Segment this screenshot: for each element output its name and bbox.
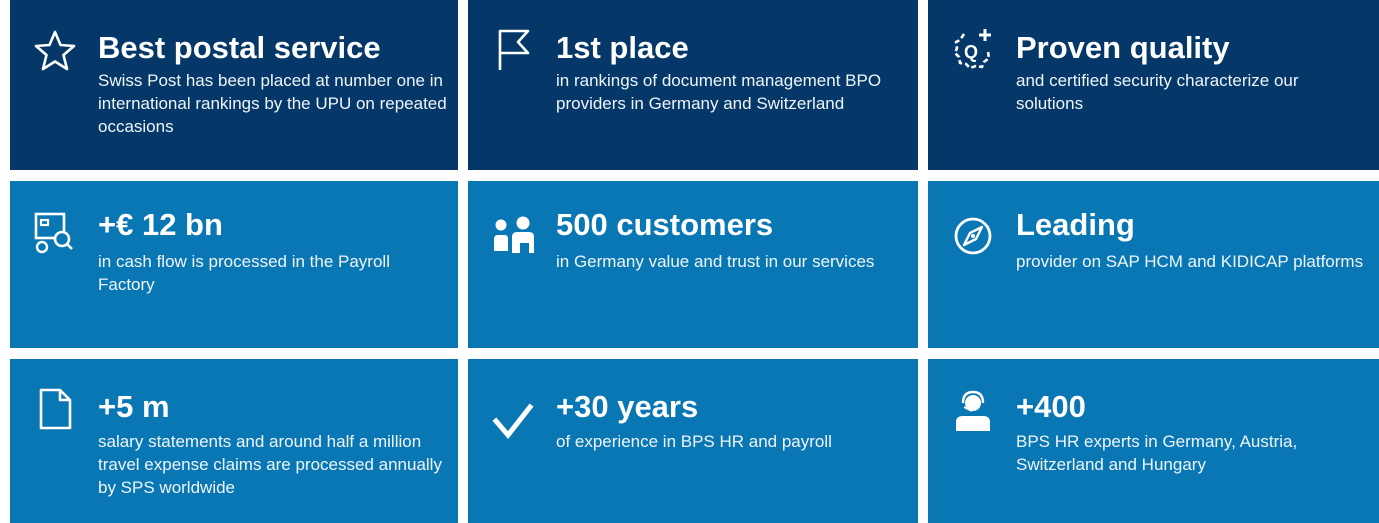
tile-title: Proven quality [1016,30,1230,65]
tile-1st-place: 1st place in rankings of document manage… [468,0,918,170]
tile-title: Best postal service [98,30,381,65]
tile-title: +€ 12 bn [98,207,223,242]
document-icon [32,386,78,432]
people-icon [490,213,536,259]
tile-500-customers: 500 customers in Germany value and trust… [468,181,918,348]
tile-description: in Germany value and trust in our servic… [556,252,875,271]
tile-title: +30 years [556,389,699,424]
tile-30-years: +30 years of experience in BPS HR and pa… [468,359,918,523]
tile-title: 1st place [556,30,689,65]
tile-cash-flow: +€ 12 bn in cash flow is processed in th… [10,181,458,348]
compass-icon [950,213,996,259]
tile-400-experts: +400 BPS HR experts in Germany, Austria,… [928,359,1379,523]
tile-title: +5 m [98,389,170,424]
tile-description: salary statements and around half a mill… [98,432,442,497]
quality-seal-icon: Q [950,26,996,72]
tile-5m-statements: +5 m salary statements and around half a… [10,359,458,523]
tile-description: and certified security characterize our … [1016,71,1299,113]
flag-icon [490,26,536,72]
tile-description: BPS HR experts in Germany, Austria, Swit… [1016,432,1298,474]
tile-description: of experience in BPS HR and payroll [556,432,832,451]
tile-title: Leading [1016,207,1135,242]
headset-person-icon [950,389,996,435]
tile-description: in cash flow is processed in the Payroll… [98,252,390,294]
cash-flow-icon [32,209,78,255]
svg-text:Q: Q [964,42,978,62]
tile-description: provider on SAP HCM and KIDICAP platform… [1016,252,1364,271]
star-icon [32,28,78,74]
tile-description: Swiss Post has been placed at number one… [98,71,447,136]
tile-best-postal-service: Best postal service Swiss Post has been … [10,0,458,170]
tile-title: +400 [1016,389,1086,424]
tile-proven-quality: Q Proven quality and certified security … [928,0,1379,170]
tile-leading: Leading provider on SAP HCM and KIDICAP … [928,181,1379,348]
tile-title: 500 customers [556,207,774,242]
tile-description: in rankings of document management BPO p… [556,71,882,113]
checkmark-icon [490,399,536,445]
